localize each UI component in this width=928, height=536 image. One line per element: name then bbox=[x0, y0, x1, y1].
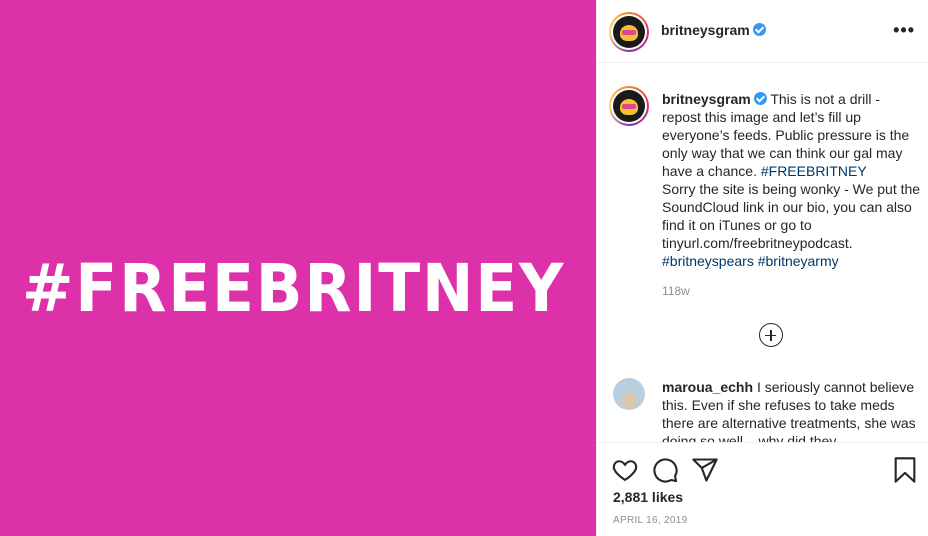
plus-circle-icon[interactable] bbox=[759, 323, 783, 347]
hashtag-link[interactable]: #britneyspears bbox=[662, 253, 754, 269]
verified-badge-icon bbox=[753, 92, 767, 105]
more-options-icon[interactable]: ••• bbox=[893, 21, 915, 39]
post-sidebar: britneysgram ••• britneysgram This is no… bbox=[596, 0, 928, 536]
caption-body-2: Sorry the site is being wonky - We put t… bbox=[662, 181, 921, 251]
commenter-avatar[interactable] bbox=[613, 378, 645, 410]
hashtag-link[interactable]: #FREEBRITNEY bbox=[761, 163, 867, 179]
likes-count[interactable]: 2,881 likes bbox=[613, 489, 683, 505]
caption-avatar[interactable] bbox=[609, 86, 649, 126]
bookmark-icon[interactable] bbox=[891, 456, 919, 484]
hashtag-link[interactable]: #britneyarmy bbox=[758, 253, 839, 269]
caption-avatar-border bbox=[611, 88, 647, 124]
comment-bubble-icon[interactable] bbox=[651, 456, 679, 484]
caption-avatar-image bbox=[613, 90, 645, 122]
post-image[interactable]: #FREEBRITNEY bbox=[0, 0, 596, 536]
post-caption: britneysgram This is not a drill - repos… bbox=[662, 90, 922, 270]
post-actions: 2,881 likes APRIL 16, 2019 bbox=[597, 442, 928, 536]
author-avatar[interactable] bbox=[609, 12, 649, 52]
author-avatar-image bbox=[613, 16, 645, 48]
comment-username[interactable]: maroua_echh bbox=[662, 379, 753, 395]
author-username-header[interactable]: britneysgram bbox=[661, 22, 766, 38]
post-image-text: #FREEBRITNEY bbox=[22, 250, 566, 327]
post-date[interactable]: APRIL 16, 2019 bbox=[613, 515, 687, 526]
heart-icon[interactable] bbox=[611, 456, 639, 484]
post-header: britneysgram ••• bbox=[597, 0, 928, 63]
verified-badge-icon bbox=[752, 23, 766, 36]
author-avatar-border bbox=[611, 14, 647, 50]
caption-timestamp[interactable]: 118w bbox=[662, 284, 690, 298]
paper-plane-icon[interactable] bbox=[691, 456, 719, 484]
comment-item: maroua_echh I seriously cannot believe t… bbox=[662, 378, 922, 442]
caption-username[interactable]: britneysgram bbox=[662, 91, 751, 107]
author-username[interactable]: britneysgram bbox=[661, 22, 750, 38]
comments-section[interactable]: britneysgram This is not a drill - repos… bbox=[597, 64, 928, 442]
